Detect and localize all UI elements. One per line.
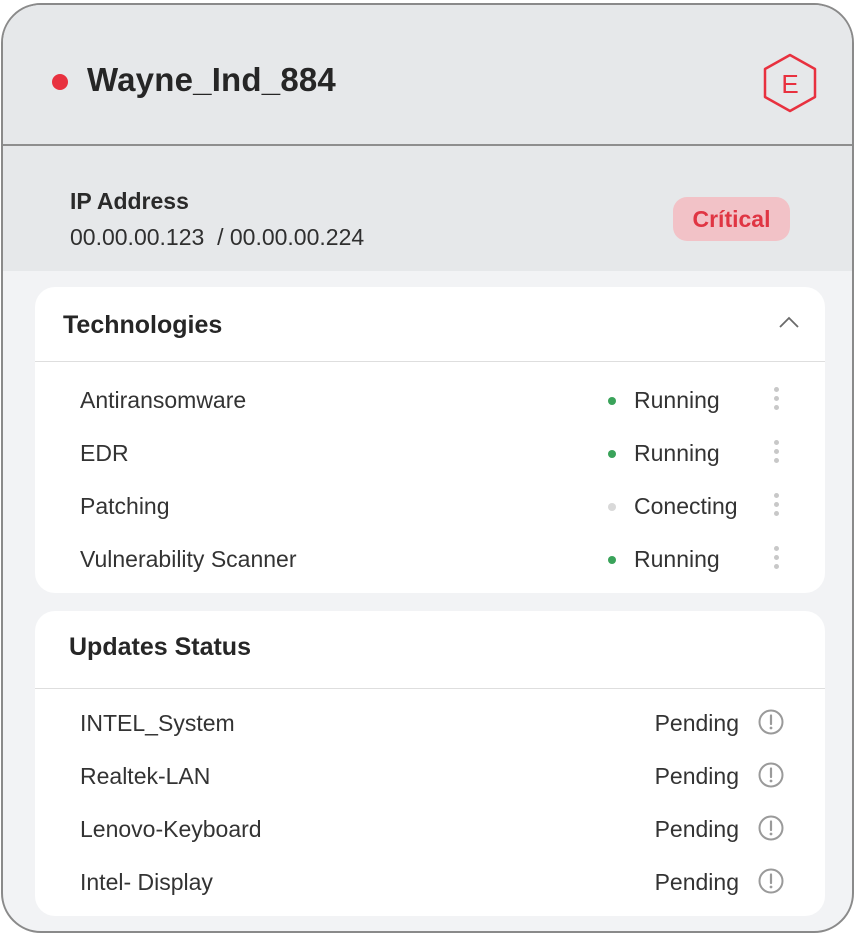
more-options-icon[interactable] [769, 544, 783, 574]
device-name: Wayne_Ind_884 [87, 61, 336, 98]
hexagon-letter-icon[interactable]: E [762, 53, 818, 113]
update-row: Realtek-LAN Pending [35, 749, 825, 802]
more-options-icon[interactable] [769, 438, 783, 468]
badge-letter: E [781, 69, 798, 99]
ip-address-value: 00.00.00.123 / 00.00.00.224 [70, 224, 365, 250]
device-status-dot [52, 74, 68, 90]
update-status: Pending [654, 869, 739, 895]
update-row: Lenovo-Keyboard Pending [35, 802, 825, 855]
technology-name: EDR [80, 440, 129, 466]
technology-row: Antiransomware Running [35, 373, 825, 426]
technology-status: Conecting [634, 493, 738, 519]
technology-row: Vulnerability Scanner Running [35, 532, 825, 585]
device-card: Wayne_Ind_884 E IP Address 00.00.00.123 … [1, 3, 854, 933]
exclamation-circle-icon[interactable] [757, 867, 785, 895]
severity-badge: Crítical [673, 197, 790, 241]
technology-status: Running [634, 546, 720, 572]
technologies-header[interactable]: Technologies [35, 287, 825, 362]
technology-status: Running [634, 440, 720, 466]
update-status: Pending [654, 763, 739, 789]
update-row: INTEL_System Pending [35, 696, 825, 749]
status-dot [608, 556, 616, 564]
ip-section: IP Address 00.00.00.123 / 00.00.00.224 C… [3, 146, 852, 271]
technology-status: Running [634, 387, 720, 413]
technology-name: Vulnerability Scanner [80, 546, 297, 572]
update-name: Lenovo-Keyboard [80, 816, 262, 842]
exclamation-circle-icon[interactable] [757, 814, 785, 842]
more-options-icon[interactable] [769, 491, 783, 521]
status-dot [608, 450, 616, 458]
update-name: Intel- Display [80, 869, 213, 895]
exclamation-circle-icon[interactable] [757, 761, 785, 789]
ip-address-label: IP Address [70, 188, 189, 214]
device-header: Wayne_Ind_884 E [3, 5, 852, 146]
status-dot [608, 503, 616, 511]
update-name: INTEL_System [80, 710, 235, 736]
technology-name: Patching [80, 493, 170, 519]
update-name: Realtek-LAN [80, 763, 211, 789]
technologies-panel: Technologies Antiransomware Running EDR … [35, 287, 825, 593]
update-status: Pending [654, 710, 739, 736]
updates-title: Updates Status [69, 633, 251, 661]
technology-name: Antiransomware [80, 387, 247, 413]
updates-header: Updates Status [35, 611, 825, 689]
technology-row: EDR Running [35, 426, 825, 479]
update-row: Intel- Display Pending [35, 855, 825, 908]
more-options-icon[interactable] [769, 385, 783, 415]
exclamation-circle-icon[interactable] [757, 708, 785, 736]
updates-panel: Updates Status INTEL_System Pending Real… [35, 611, 825, 916]
chevron-up-icon[interactable] [777, 314, 801, 330]
status-dot [608, 397, 616, 405]
technologies-title: Technologies [63, 311, 223, 339]
technology-row: Patching Conecting [35, 479, 825, 532]
update-status: Pending [654, 816, 739, 842]
